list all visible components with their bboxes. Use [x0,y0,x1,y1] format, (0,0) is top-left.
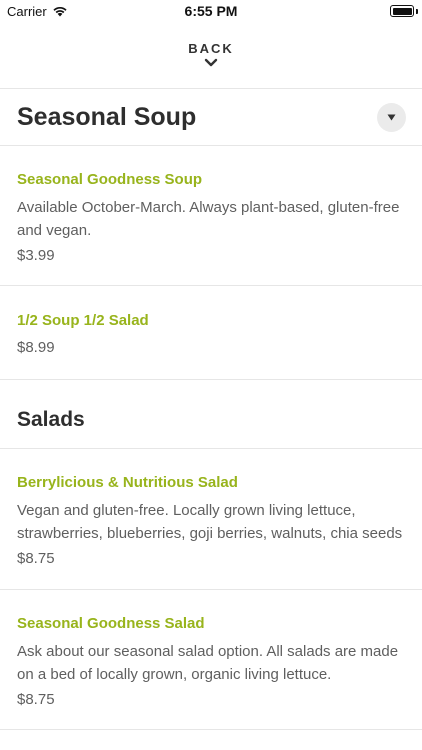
menu-item-price: $8.99 [17,339,55,356]
menu-item[interactable]: 1/2 Soup 1/2 Salad $8.99 [17,311,406,358]
caret-down-icon [387,114,396,121]
section-toggle-button[interactable] [377,103,406,132]
divider [0,448,422,449]
menu-item[interactable]: Seasonal Goodness Salad Ask about our se… [17,614,406,710]
battery-cap [416,9,418,14]
divider [0,88,422,89]
battery-icon [390,5,414,17]
divider [0,285,422,286]
menu-item-price: $8.75 [17,691,55,708]
menu-item[interactable]: Berrylicious & Nutritious Salad Vegan an… [17,473,406,569]
menu-item-name: Seasonal Goodness Soup [17,171,203,188]
divider [0,729,422,730]
menu-item-price: $3.99 [17,247,55,264]
menu-item-description: Vegan and gluten-free. Locally grown liv… [17,502,403,542]
section-title-salads: Salads [17,408,85,431]
status-bar: Carrier 6:55 PM [0,0,422,24]
chevron-down-icon [204,58,218,67]
section-title-seasonal-soup: Seasonal Soup [17,103,197,131]
divider [0,379,422,380]
menu-item[interactable]: Seasonal Goodness Soup Available October… [17,170,406,266]
menu-item-name: Berrylicious & Nutritious Salad [17,474,238,491]
menu-item-name: Seasonal Goodness Salad [17,615,205,632]
divider [0,589,422,590]
back-label: BACK [188,41,234,56]
divider [0,145,422,146]
clock: 6:55 PM [184,3,238,19]
menu-item-price: $8.75 [17,550,55,567]
menu-item-description: Ask about our seasonal salad option. All… [17,643,399,683]
menu-item-name: 1/2 Soup 1/2 Salad [17,312,149,329]
menu-item-description: Available October-March. Always plant-ba… [17,199,400,239]
back-button[interactable]: BACK [0,38,422,78]
